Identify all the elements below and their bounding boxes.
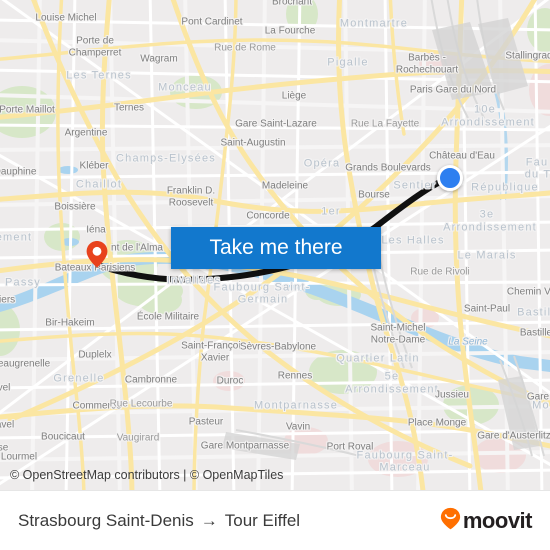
origin-label: Strasbourg Saint-Denis — [18, 510, 194, 530]
moovit-logo[interactable]: moovit — [440, 507, 533, 535]
map-canvas[interactable]: .road-main{stroke:#fbe6a2;stroke-linecap… — [0, 0, 550, 490]
destination-label: Tour Eiffel — [224, 510, 301, 530]
arrow-right-icon: → — [200, 510, 218, 530]
moovit-wordmark: moovit — [462, 507, 533, 533]
route-summary: Strasbourg Saint-Denis → Tour Eiffel — [18, 511, 300, 531]
trip-footer: Strasbourg Saint-Denis → Tour Eiffel moo… — [0, 490, 550, 550]
moovit-pin-icon — [440, 507, 461, 535]
take-me-there-button[interactable]: Take me there — [171, 227, 381, 269]
origin-pin-icon[interactable] — [83, 240, 111, 268]
map-attribution[interactable]: © OpenStreetMap contributors | © OpenMap… — [10, 468, 283, 482]
destination-marker-icon[interactable] — [437, 165, 463, 191]
take-me-there-label: Take me there — [209, 236, 343, 259]
moovit-trip-screen: .road-main{stroke:#fbe6a2;stroke-linecap… — [0, 0, 550, 550]
